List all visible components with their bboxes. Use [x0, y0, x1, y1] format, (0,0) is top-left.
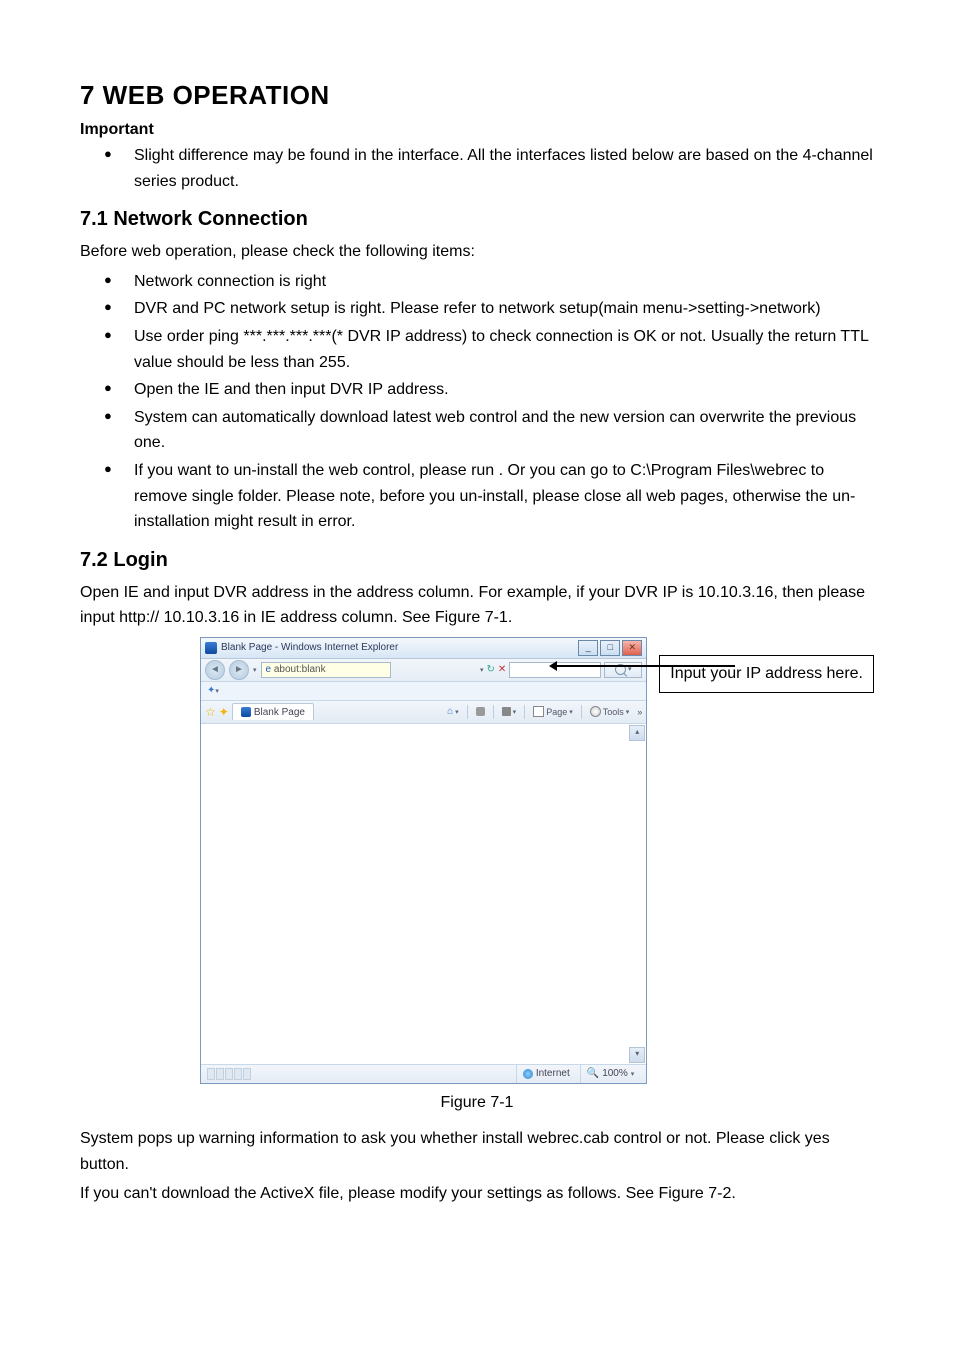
scrollbar-down-button[interactable]: ▾ — [629, 1047, 645, 1063]
window-title: Blank Page - Windows Internet Explorer — [221, 642, 398, 653]
maximize-button[interactable]: □ — [600, 640, 620, 656]
tab-label: Blank Page — [254, 707, 305, 718]
callout-text: Input your IP address here. — [670, 665, 863, 682]
bullet-item: Use order ping ***.***.***.***(* DVR IP … — [114, 324, 874, 375]
tools-menu-button[interactable]: Tools▾ — [586, 704, 634, 720]
address-bar[interactable]: e about:blank — [261, 662, 391, 678]
bullet-item: Open the IE and then input DVR IP addres… — [114, 377, 874, 403]
address-value: about:blank — [274, 664, 326, 675]
status-zone-label: Internet — [536, 1068, 570, 1079]
bullet-item: DVR and PC network setup is right. Pleas… — [114, 296, 874, 322]
callout-arrow — [555, 665, 735, 667]
close-button[interactable]: ✕ — [622, 640, 642, 656]
minimize-button[interactable]: _ — [578, 640, 598, 656]
chevron-right-icon[interactable]: » — [637, 707, 642, 717]
home-button[interactable]: ⌂▾ — [443, 704, 463, 720]
important-bullets: Slight difference may be found in the in… — [80, 143, 874, 194]
important-label: Important — [80, 121, 874, 139]
chapter-heading: 7 WEB OPERATION — [80, 80, 874, 111]
browser-tab[interactable]: Blank Page — [232, 703, 314, 720]
ie-tab-row: ☆ ✦ Blank Page ⌂▾ ▾ Page▾ Tools▾ » — [201, 701, 646, 724]
zoom-icon: 🔍 — [587, 1068, 599, 1079]
forward-button[interactable]: ► — [229, 660, 249, 680]
page-menu-label: Page — [546, 707, 567, 717]
bullet-item: Slight difference may be found in the in… — [114, 143, 874, 194]
zoom-dropdown-icon: ▾ — [631, 1070, 635, 1078]
print-button[interactable]: ▾ — [498, 704, 521, 720]
links-dropdown-icon[interactable]: ▾ — [215, 687, 219, 695]
progress-indicator — [207, 1068, 251, 1080]
bullet-item: If you want to un-install the web contro… — [114, 458, 874, 535]
ie-titlebar: Blank Page - Windows Internet Explorer _… — [201, 638, 646, 659]
section-heading-network-connection: 7.1 Network Connection — [80, 208, 874, 231]
security-zone: Internet — [516, 1065, 576, 1083]
login-paragraph: Open IE and input DVR address in the add… — [80, 580, 874, 631]
figure-7-1: Blank Page - Windows Internet Explorer _… — [80, 637, 874, 1084]
internet-zone-icon — [523, 1069, 533, 1079]
ie-nav-row: ◄ ► ▾ e about:blank ▾ ↻ ✕ ▾ — [201, 659, 646, 682]
ie-window: Blank Page - Windows Internet Explorer _… — [200, 637, 647, 1084]
zoom-value: 100% — [602, 1068, 628, 1079]
callout-box: Input your IP address here. — [659, 655, 874, 693]
intro-paragraph: Before web operation, please check the f… — [80, 239, 874, 265]
address-dropdown-icon[interactable]: ▾ — [480, 666, 484, 674]
tab-ie-icon — [241, 707, 251, 717]
ie-status-bar: Internet 🔍 100% ▾ — [201, 1064, 646, 1083]
page-menu-button[interactable]: Page▾ — [529, 704, 577, 720]
ie-links-bar: ✦ ▾ — [201, 682, 646, 701]
tools-menu-label: Tools — [603, 707, 624, 717]
refresh-icon[interactable]: ↻ — [487, 664, 495, 675]
post-figure-paragraph-1: System pops up warning information to as… — [80, 1126, 874, 1177]
scrollbar-up-button[interactable]: ▴ — [629, 725, 645, 741]
bullet-item: Network connection is right — [114, 269, 874, 295]
figure-caption: Figure 7-1 — [80, 1094, 874, 1112]
add-favorites-icon[interactable]: ✦ — [219, 705, 229, 719]
section-heading-login: 7.2 Login — [80, 549, 874, 572]
post-figure-paragraph-2: If you can't download the ActiveX file, … — [80, 1181, 874, 1207]
network-connection-bullets: Network connection is right DVR and PC n… — [80, 269, 874, 535]
bullet-item: System can automatically download latest… — [114, 405, 874, 456]
nav-dropdown-icon[interactable]: ▾ — [253, 666, 257, 674]
zoom-control[interactable]: 🔍 100% ▾ — [580, 1065, 641, 1083]
back-button[interactable]: ◄ — [205, 660, 225, 680]
stop-icon[interactable]: ✕ — [498, 664, 506, 675]
ie-content-area: ▴ ▾ — [201, 724, 646, 1064]
favorites-center-icon[interactable]: ☆ — [205, 705, 216, 719]
feeds-button[interactable] — [472, 704, 489, 720]
ie-icon — [205, 642, 217, 654]
